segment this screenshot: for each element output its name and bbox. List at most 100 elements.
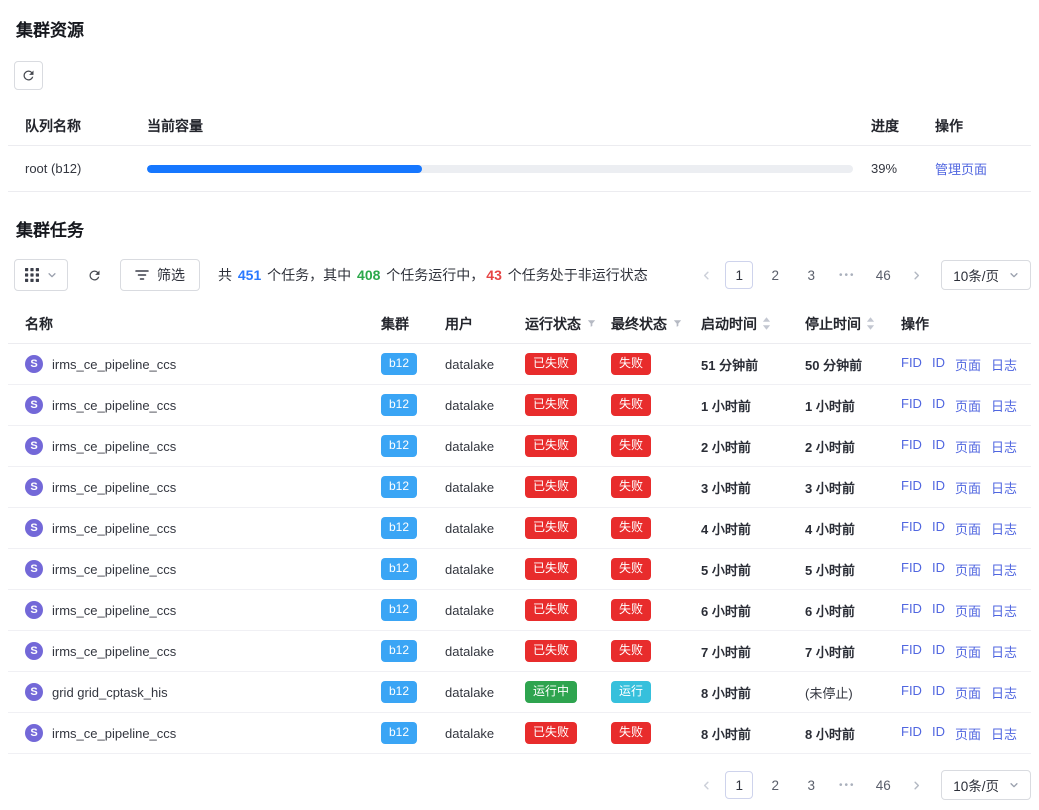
spark-avatar: S	[25, 560, 43, 578]
op-link-page[interactable]: 页面	[955, 437, 981, 456]
cluster-resources-section: 集群资源 队列名称 当前容量 进度 操作 root (b12) 39% 管理页面	[8, 16, 1031, 192]
op-link-fid[interactable]: FID	[901, 355, 922, 374]
op-link-log[interactable]: 日志	[991, 478, 1017, 497]
page-size-select[interactable]: 10条/页	[941, 260, 1031, 290]
resources-refresh-button[interactable]	[14, 61, 43, 90]
spark-avatar: S	[25, 683, 43, 701]
view-mode-button[interactable]	[14, 259, 68, 291]
task-row: S irms_ce_pipeline_ccs b12 datalake 已失败 …	[8, 590, 1031, 631]
op-link-fid[interactable]: FID	[901, 642, 922, 661]
op-link-fid[interactable]: FID	[901, 560, 922, 579]
cluster-badge: b12	[381, 599, 417, 621]
op-link-log[interactable]: 日志	[991, 437, 1017, 456]
stop-time: (未停止)	[805, 683, 901, 702]
op-link-log[interactable]: 日志	[991, 642, 1017, 661]
pagination-next[interactable]	[905, 261, 927, 289]
op-link-id[interactable]: ID	[932, 683, 945, 702]
summary-text: 共	[218, 267, 236, 283]
final-status-badge: 失败	[611, 394, 651, 416]
row-actions: FID ID 页面日志	[901, 601, 1031, 620]
filter-icon[interactable]	[672, 318, 683, 329]
op-link-id[interactable]: ID	[932, 601, 945, 620]
page-size-select[interactable]: 10条/页	[941, 770, 1031, 800]
spark-avatar: S	[25, 601, 43, 619]
op-link-id[interactable]: ID	[932, 560, 945, 579]
pagination-page-3[interactable]: 3	[797, 261, 825, 289]
op-link-id[interactable]: ID	[932, 478, 945, 497]
tasks-refresh-button[interactable]	[81, 261, 107, 290]
op-link-id[interactable]: ID	[932, 437, 945, 456]
op-link-page[interactable]: 页面	[955, 601, 981, 620]
start-time: 8 小时前	[701, 724, 805, 743]
tasks-header-final-status[interactable]: 最终状态	[611, 314, 701, 334]
op-link-page[interactable]: 页面	[955, 478, 981, 497]
op-link-page[interactable]: 页面	[955, 642, 981, 661]
page-size-value: 10条/页	[953, 775, 999, 795]
pagination-page-46[interactable]: 46	[869, 771, 897, 799]
tasks-header-run-status[interactable]: 运行状态	[525, 314, 611, 334]
run-status-badge: 已失败	[525, 558, 577, 580]
pagination-page-2[interactable]: 2	[761, 261, 789, 289]
op-link-fid[interactable]: FID	[901, 601, 922, 620]
op-link-page[interactable]: 页面	[955, 519, 981, 538]
pagination-page-3[interactable]: 3	[797, 771, 825, 799]
manage-page-link[interactable]: 管理页面	[935, 162, 987, 177]
final-status-badge: 失败	[611, 517, 651, 539]
capacity-progress-bar	[147, 165, 853, 173]
stop-time: 8 小时前	[805, 724, 901, 743]
op-link-log[interactable]: 日志	[991, 724, 1017, 743]
run-status-badge: 已失败	[525, 394, 577, 416]
op-link-fid[interactable]: FID	[901, 396, 922, 415]
start-time: 8 小时前	[701, 683, 805, 702]
filter-button[interactable]: 筛选	[120, 259, 200, 291]
tasks-header-name: 名称	[25, 314, 381, 334]
pagination-page-1[interactable]: 1	[725, 771, 753, 799]
op-link-log[interactable]: 日志	[991, 601, 1017, 620]
pagination-page-1[interactable]: 1	[725, 261, 753, 289]
pagination-page-46[interactable]: 46	[869, 261, 897, 289]
op-link-page[interactable]: 页面	[955, 683, 981, 702]
op-link-fid[interactable]: FID	[901, 437, 922, 456]
op-link-log[interactable]: 日志	[991, 396, 1017, 415]
sort-icon[interactable]	[866, 317, 875, 330]
task-name: irms_ce_pipeline_ccs	[52, 480, 176, 495]
final-status-badge: 失败	[611, 722, 651, 744]
op-link-id[interactable]: ID	[932, 519, 945, 538]
op-link-id[interactable]: ID	[932, 642, 945, 661]
op-link-fid[interactable]: FID	[901, 519, 922, 538]
final-status-badge: 失败	[611, 640, 651, 662]
pagination-prev	[695, 261, 717, 289]
cluster-badge: b12	[381, 435, 417, 457]
op-link-page[interactable]: 页面	[955, 355, 981, 374]
pagination-next[interactable]	[905, 771, 927, 799]
sort-icon[interactable]	[762, 317, 771, 330]
cluster-tasks-section: 集群任务 筛选 共 451 个任务，其	[8, 216, 1031, 800]
pagination-page-2[interactable]: 2	[761, 771, 789, 799]
op-link-fid[interactable]: FID	[901, 478, 922, 497]
op-link-id[interactable]: ID	[932, 724, 945, 743]
user-name: datalake	[445, 603, 525, 618]
task-row: S irms_ce_pipeline_ccs b12 datalake 已失败 …	[8, 631, 1031, 672]
tasks-table-body: S irms_ce_pipeline_ccs b12 datalake 已失败 …	[8, 344, 1031, 754]
filter-icon[interactable]	[586, 318, 597, 329]
header-label: 最终状态	[611, 314, 667, 334]
op-link-log[interactable]: 日志	[991, 683, 1017, 702]
op-link-fid[interactable]: FID	[901, 683, 922, 702]
op-link-log[interactable]: 日志	[991, 560, 1017, 579]
op-link-page[interactable]: 页面	[955, 560, 981, 579]
spark-avatar: S	[25, 437, 43, 455]
op-link-log[interactable]: 日志	[991, 519, 1017, 538]
op-link-page[interactable]: 页面	[955, 724, 981, 743]
op-link-page[interactable]: 页面	[955, 396, 981, 415]
op-link-fid[interactable]: FID	[901, 724, 922, 743]
user-name: datalake	[445, 480, 525, 495]
op-link-id[interactable]: ID	[932, 355, 945, 374]
tasks-header-stop-time[interactable]: 停止时间	[805, 314, 901, 334]
final-status-badge: 失败	[611, 558, 651, 580]
pagination-prev	[695, 771, 717, 799]
pagination-pages: 123•••46	[725, 261, 897, 289]
stop-time: 1 小时前	[805, 396, 901, 415]
tasks-header-start-time[interactable]: 启动时间	[701, 314, 805, 334]
op-link-id[interactable]: ID	[932, 396, 945, 415]
op-link-log[interactable]: 日志	[991, 355, 1017, 374]
